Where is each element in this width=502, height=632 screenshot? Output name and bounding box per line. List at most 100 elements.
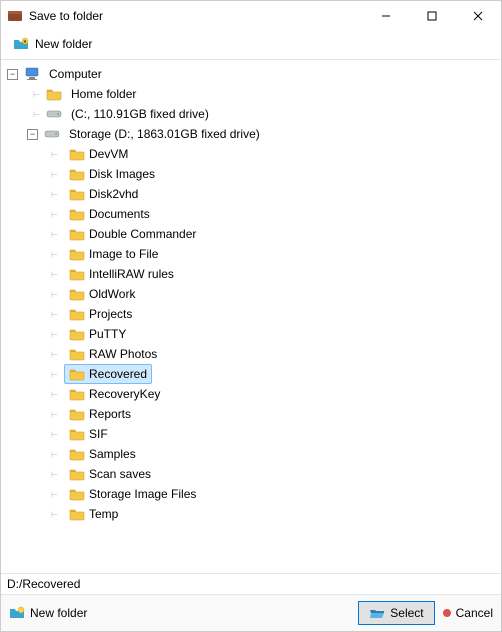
folder-icon bbox=[69, 206, 85, 222]
tree-node-folder[interactable]: ⊢IntelliRAW rules bbox=[7, 264, 501, 284]
path-bar: D:/Recovered bbox=[1, 573, 501, 594]
tree-node-folder[interactable]: ⊢Samples bbox=[7, 444, 501, 464]
new-folder-icon bbox=[9, 605, 25, 621]
tree-tick: ⊢ bbox=[49, 364, 60, 384]
tree-node-folder[interactable]: ⊢Recovered bbox=[7, 364, 501, 384]
tree-node-folder[interactable]: ⊢Storage Image Files bbox=[7, 484, 501, 504]
tree-label: Samples bbox=[64, 444, 141, 464]
cancel-icon bbox=[443, 609, 451, 617]
tree-tick: ⊢ bbox=[49, 424, 60, 444]
maximize-button[interactable] bbox=[409, 1, 455, 31]
tree-label: Image to File bbox=[64, 244, 163, 264]
tree-label: (C:, 110.91GB fixed drive) bbox=[66, 105, 214, 123]
new-folder-label-top: New folder bbox=[35, 37, 92, 51]
tree-label: Reports bbox=[64, 404, 136, 424]
tree-node-folder[interactable]: ⊢DevVM bbox=[7, 144, 501, 164]
tree-label: Disk2vhd bbox=[64, 184, 143, 204]
tree-node-folder[interactable]: ⊢OldWork bbox=[7, 284, 501, 304]
open-folder-icon bbox=[369, 605, 385, 621]
tree-tick: ⊢ bbox=[49, 184, 60, 204]
svg-text:★: ★ bbox=[23, 39, 28, 45]
save-folder-dialog: Save to folder ★ New folder −Computer⊢Ho… bbox=[0, 0, 502, 632]
path-text: D:/Recovered bbox=[7, 577, 80, 591]
tree-node-folder[interactable]: ⊢Disk Images bbox=[7, 164, 501, 184]
tree-label: PuTTY bbox=[64, 324, 131, 344]
folder-icon bbox=[69, 226, 85, 242]
minimize-button[interactable] bbox=[363, 1, 409, 31]
computer-icon bbox=[24, 66, 40, 82]
tree-tick: ⊢ bbox=[31, 104, 42, 124]
tree-node-computer[interactable]: − Computer bbox=[7, 64, 501, 84]
folder-icon bbox=[69, 486, 85, 502]
tree-node-folder[interactable]: ⊢Reports bbox=[7, 404, 501, 424]
close-button[interactable] bbox=[455, 1, 501, 31]
tree-tick: ⊢ bbox=[49, 404, 60, 424]
tree-label: Documents bbox=[64, 204, 155, 224]
folder-icon bbox=[69, 426, 85, 442]
tree-node-home[interactable]: ⊢Home folder bbox=[7, 84, 501, 104]
tree-node-folder[interactable]: ⊢Image to File bbox=[7, 244, 501, 264]
new-folder-button-top[interactable]: ★ New folder bbox=[9, 34, 96, 54]
new-folder-icon: ★ bbox=[13, 36, 29, 52]
drive-icon bbox=[44, 126, 60, 142]
select-label: Select bbox=[390, 606, 423, 620]
tree-node-folder[interactable]: ⊢Temp bbox=[7, 504, 501, 524]
titlebar: Save to folder bbox=[1, 1, 501, 31]
folder-icon bbox=[69, 246, 85, 262]
tree-tick: ⊢ bbox=[49, 224, 60, 244]
tree-node-folder[interactable]: ⊢Scan saves bbox=[7, 464, 501, 484]
cancel-label: Cancel bbox=[456, 606, 493, 620]
folder-icon bbox=[69, 266, 85, 282]
tree-node-folder[interactable]: ⊢Double Commander bbox=[7, 224, 501, 244]
folder-icon bbox=[69, 326, 85, 342]
tree-label: Computer bbox=[44, 65, 107, 83]
tree-label: Projects bbox=[64, 304, 137, 324]
folder-icon bbox=[69, 406, 85, 422]
tree-tick: ⊢ bbox=[49, 264, 60, 284]
folder-icon bbox=[69, 386, 85, 402]
folder-icon bbox=[69, 186, 85, 202]
tree-node-folder[interactable]: ⊢SIF bbox=[7, 424, 501, 444]
tree-label: RAW Photos bbox=[64, 344, 162, 364]
tree-tick: ⊢ bbox=[49, 204, 60, 224]
tree-node-folder[interactable]: ⊢Disk2vhd bbox=[7, 184, 501, 204]
folder-icon bbox=[69, 306, 85, 322]
tree-node-drive-c[interactable]: ⊢ (C:, 110.91GB fixed drive) bbox=[7, 104, 501, 124]
tree-label: Scan saves bbox=[64, 464, 156, 484]
cancel-button[interactable]: Cancel bbox=[443, 606, 493, 620]
collapse-icon[interactable]: − bbox=[27, 129, 38, 140]
window-title: Save to folder bbox=[29, 9, 363, 23]
folder-icon bbox=[69, 166, 85, 182]
tree-label: Disk Images bbox=[64, 164, 160, 184]
tree-tick: ⊢ bbox=[49, 304, 60, 324]
tree-label: OldWork bbox=[64, 284, 140, 304]
tree-node-folder[interactable]: ⊢Projects bbox=[7, 304, 501, 324]
tree-label: Recovered bbox=[64, 364, 152, 384]
tree-label: Temp bbox=[64, 504, 123, 524]
collapse-icon[interactable]: − bbox=[7, 69, 18, 80]
folder-icon bbox=[69, 286, 85, 302]
tree-node-folder[interactable]: ⊢Documents bbox=[7, 204, 501, 224]
tree-node-folder[interactable]: ⊢RAW Photos bbox=[7, 344, 501, 364]
tree-tick: ⊢ bbox=[49, 444, 60, 464]
tree-node-storage[interactable]: −Storage (D:, 1863.01GB fixed drive) bbox=[7, 124, 501, 144]
tree-tick: ⊢ bbox=[49, 384, 60, 404]
folder-tree[interactable]: −Computer⊢Home folder⊢(C:, 110.91GB fixe… bbox=[1, 60, 501, 573]
tree-label: Double Commander bbox=[64, 224, 201, 244]
tree-tick: ⊢ bbox=[49, 284, 60, 304]
bottom-bar: New folder Select Cancel bbox=[1, 594, 501, 631]
tree-tick: ⊢ bbox=[49, 464, 60, 484]
tree-node-folder[interactable]: ⊢RecoveryKey bbox=[7, 384, 501, 404]
top-toolbar: ★ New folder bbox=[1, 31, 501, 57]
tree-node-folder[interactable]: ⊢PuTTY bbox=[7, 324, 501, 344]
tree-tick: ⊢ bbox=[49, 344, 60, 364]
folder-icon bbox=[69, 466, 85, 482]
folder-icon bbox=[46, 86, 62, 102]
folder-icon bbox=[69, 146, 85, 162]
tree-label: Home folder bbox=[66, 85, 141, 103]
tree-tick: ⊢ bbox=[49, 244, 60, 264]
new-folder-button-bottom[interactable]: New folder bbox=[9, 605, 87, 621]
folder-icon bbox=[69, 446, 85, 462]
select-button[interactable]: Select bbox=[358, 601, 434, 625]
folder-icon bbox=[69, 506, 85, 522]
